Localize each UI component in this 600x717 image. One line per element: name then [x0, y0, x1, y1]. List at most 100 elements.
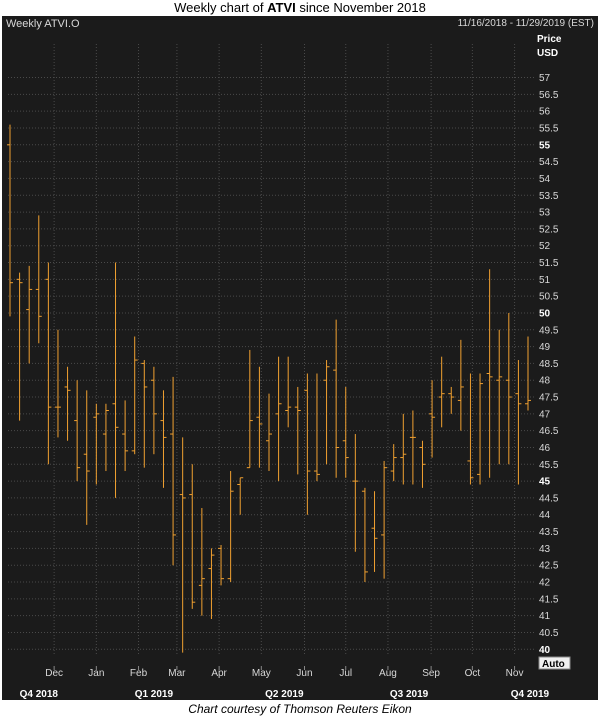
ohlc-bar[interactable]: [26, 265, 33, 364]
title-suffix: since November 2018: [295, 0, 426, 15]
ohlc-bar[interactable]: [189, 464, 196, 609]
ohlc-bar[interactable]: [131, 336, 138, 455]
y-tick-label: 47: [539, 409, 551, 420]
y-tick-label: 47.5: [539, 393, 559, 404]
ohlc-bar[interactable]: [457, 339, 464, 431]
ohlc-bar[interactable]: [352, 434, 359, 552]
y-tick-label: 54: [539, 174, 551, 185]
y-tick-label: 51.5: [539, 258, 559, 269]
ohlc-bar[interactable]: [160, 390, 167, 488]
ohlc-bar[interactable]: [35, 215, 42, 344]
ohlc-bar[interactable]: [208, 548, 215, 620]
y-tick-label: 57: [539, 73, 551, 84]
y-tick-label: 49.5: [539, 325, 559, 336]
y-tick-label: 53: [539, 208, 551, 219]
grid-layer: [8, 44, 534, 656]
ohlc-chart[interactable]: 40 40.5 41 41.5 42 42.5 43 43.5 44 44.5 45 45.5 46 46…: [2, 16, 598, 700]
price-axis-label: Price: [537, 34, 562, 45]
ohlc-bar[interactable]: [83, 390, 90, 525]
ohlc-bar[interactable]: [429, 380, 436, 458]
ohlc-bar[interactable]: [515, 360, 522, 485]
scale-mode-label[interactable]: Auto: [542, 659, 565, 670]
ohlc-bar[interactable]: [525, 336, 531, 411]
y-tick-label: 41: [539, 611, 551, 622]
y-tick-label: 44.5: [539, 493, 559, 504]
ohlc-bar[interactable]: [477, 373, 484, 485]
y-tick-label: 42: [539, 578, 551, 589]
month-label: Aug: [379, 668, 397, 679]
y-tick-label: 56: [539, 107, 551, 118]
ohlc-bar[interactable]: [74, 380, 81, 482]
quarter-label: Q2 2019: [265, 689, 304, 700]
ohlc-bar[interactable]: [505, 312, 512, 465]
y-tick-label: 54.5: [539, 157, 559, 168]
ohlc-bar[interactable]: [227, 471, 234, 583]
quarter-label: Q4 2018: [20, 689, 59, 700]
month-label: Jul: [339, 668, 352, 679]
month-label: Mar: [168, 668, 186, 679]
quarter-label: Q3 2019: [390, 689, 429, 700]
ohlc-bar[interactable]: [102, 403, 109, 472]
bars-layer: [7, 124, 531, 653]
ohlc-bar[interactable]: [179, 437, 186, 653]
y-tick-label: 45.5: [539, 460, 559, 471]
ohlc-bar[interactable]: [54, 329, 61, 438]
ohlc-bar[interactable]: [266, 393, 272, 472]
currency-axis-label: USD: [537, 48, 558, 59]
ohlc-bar[interactable]: [448, 386, 455, 414]
ohlc-bar[interactable]: [361, 487, 368, 583]
ohlc-bar[interactable]: [7, 124, 13, 317]
ohlc-bar[interactable]: [122, 400, 129, 472]
month-label: Nov: [506, 668, 524, 679]
ohlc-bar[interactable]: [381, 460, 388, 579]
ohlc-bar[interactable]: [486, 269, 493, 478]
ohlc-bar[interactable]: [333, 319, 340, 478]
quarter-label: Q4 2019: [511, 689, 550, 700]
y-tick-label: 50.5: [539, 292, 559, 303]
title-prefix: Weekly chart of: [174, 0, 268, 15]
month-label: Apr: [211, 668, 227, 679]
ohlc-bar[interactable]: [419, 440, 426, 488]
y-tick-label: 51: [539, 275, 551, 286]
ohlc-bar[interactable]: [93, 403, 100, 485]
ohlc-bar[interactable]: [323, 360, 330, 465]
quarter-label: Q1 2019: [135, 689, 174, 700]
y-tick-label: 40: [539, 645, 551, 656]
month-label: Oct: [465, 668, 481, 679]
y-tick-label: 42.5: [539, 561, 559, 572]
ohlc-bar[interactable]: [313, 373, 320, 482]
ohlc-bar[interactable]: [275, 356, 282, 482]
y-tick-label: 48.5: [539, 359, 559, 370]
ohlc-bar[interactable]: [170, 376, 177, 566]
month-label: Jan: [88, 668, 104, 679]
ohlc-bar[interactable]: [237, 477, 244, 515]
month-label: Jun: [296, 668, 312, 679]
date-range-label: 11/16/2018 - 11/29/2019 (EST): [457, 18, 594, 29]
ohlc-bar[interactable]: [400, 413, 407, 485]
ohlc-bar[interactable]: [390, 444, 397, 482]
y-tick-label: 48: [539, 376, 551, 387]
y-tick-label: 46: [539, 443, 551, 454]
ohlc-bar[interactable]: [64, 366, 71, 441]
ohlc-bar[interactable]: [198, 508, 205, 616]
y-tick-label: 52.5: [539, 224, 559, 235]
y-tick-label: 45: [539, 477, 551, 488]
y-tick-label: 55: [539, 140, 551, 151]
chart-credit: Chart courtesy of Thomson Reuters Eikon: [188, 702, 412, 716]
ohlc-bar[interactable]: [304, 373, 311, 515]
chart-title: Weekly chart of ATVI since November 2018: [0, 0, 600, 16]
y-tick-label: 46.5: [539, 426, 559, 437]
y-tick-label: 41.5: [539, 594, 559, 605]
ohlc-bar[interactable]: [438, 356, 445, 428]
y-tick-label: 56.5: [539, 90, 559, 101]
ohlc-bar[interactable]: [246, 349, 253, 469]
month-label: Sep: [422, 668, 440, 679]
y-tick-label: 50: [539, 308, 551, 319]
y-tick-label: 43.5: [539, 527, 559, 538]
month-label: May: [252, 668, 271, 679]
x-axis: Dec Jan Feb Mar Apr May Jun Jul Aug Sep Oct Nov Q4 2…: [20, 666, 550, 700]
ohlc-bar[interactable]: [371, 491, 378, 572]
month-label: Dec: [45, 668, 63, 679]
y-axis: 40 40.5 41 41.5 42 42.5 43 43.5 44 44.5 45 45.5 46 46…: [539, 73, 559, 656]
ohlc-bar[interactable]: [285, 356, 292, 428]
